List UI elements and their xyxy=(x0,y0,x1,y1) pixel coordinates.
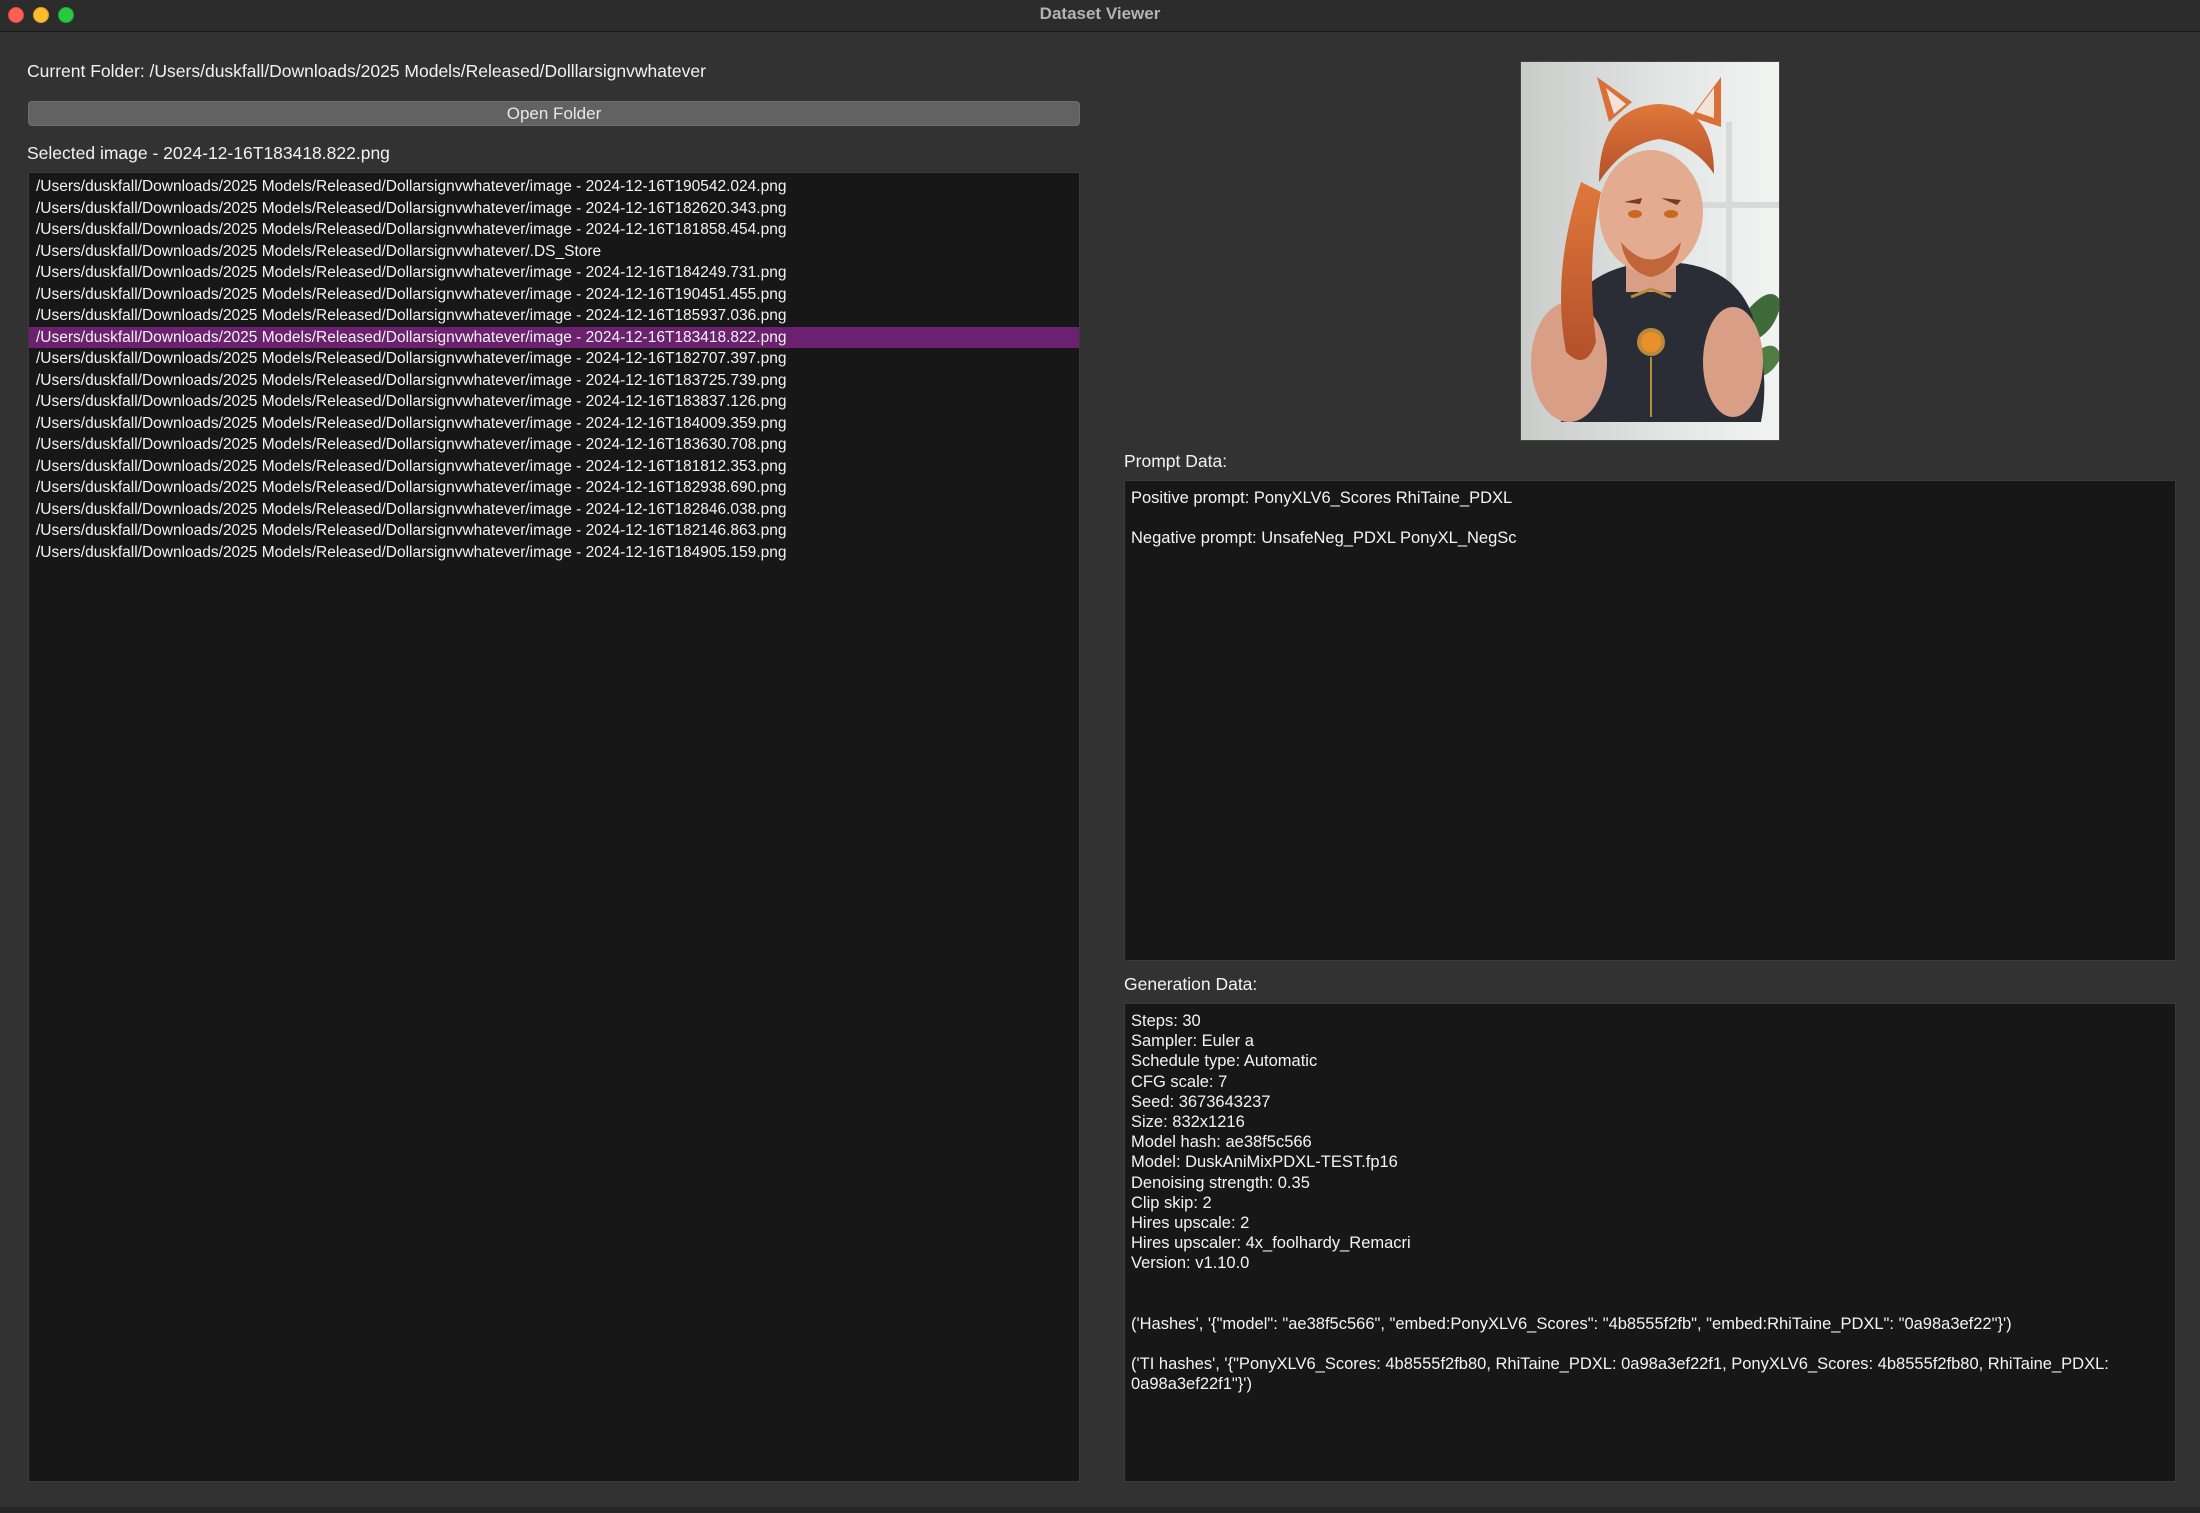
generation-parameter-line: CFG scale: 7 xyxy=(1131,1072,1228,1091)
current-folder-label: Current Folder: /Users/duskfall/Download… xyxy=(27,61,706,81)
generation-parameter-line: Seed: 3673643237 xyxy=(1131,1092,1271,1111)
generation-parameter-line: Model hash: ae38f5c566 xyxy=(1131,1133,1312,1152)
negative-prompt: Negative prompt: UnsafeNeg_PDXL PonyXL_N… xyxy=(1131,529,1517,547)
file-list[interactable]: /Users/duskfall/Downloads/2025 Models/Re… xyxy=(28,172,1080,1482)
file-list-item[interactable]: /Users/duskfall/Downloads/2025 Models/Re… xyxy=(29,176,1079,198)
generation-parameter-line: Denoising strength: 0.35 xyxy=(1131,1173,1310,1192)
file-list-item[interactable]: /Users/duskfall/Downloads/2025 Models/Re… xyxy=(29,305,1079,327)
selected-image-label: Selected image - 2024-12-16T183418.822.p… xyxy=(27,143,390,163)
file-list-item[interactable]: /Users/duskfall/Downloads/2025 Models/Re… xyxy=(29,370,1079,392)
file-list-item[interactable]: /Users/duskfall/Downloads/2025 Models/Re… xyxy=(29,326,1079,348)
generation-parameter-line: Steps: 30 xyxy=(1131,1012,1201,1030)
generation-data-label: Generation Data: xyxy=(1124,974,1258,994)
file-list-item[interactable]: /Users/duskfall/Downloads/2025 Models/Re… xyxy=(29,542,1079,564)
positive-prompt: Positive prompt: PonyXLV6_Scores RhiTain… xyxy=(1131,489,1513,507)
file-list-item[interactable]: /Users/duskfall/Downloads/2025 Models/Re… xyxy=(29,391,1079,413)
image-preview xyxy=(1520,61,1780,441)
character-portrait-image xyxy=(1521,62,1779,440)
file-list-item[interactable]: /Users/duskfall/Downloads/2025 Models/Re… xyxy=(29,477,1079,499)
generation-parameter-line: Hires upscaler: 4x_foolhardy_Remacri xyxy=(1131,1234,1411,1253)
ti-hashes-line: ('TI hashes', '{"PonyXLV6_Scores: 4b8555… xyxy=(1131,1354,2109,1394)
generation-parameter-line: Model: DuskAniMixPDXL-TEST.fp16 xyxy=(1131,1153,1398,1172)
file-list-item[interactable]: /Users/duskfall/Downloads/2025 Models/Re… xyxy=(29,456,1079,478)
hashes-line: ('Hashes', '{"model": "ae38f5c566", "emb… xyxy=(1131,1314,2012,1333)
file-list-item[interactable]: /Users/duskfall/Downloads/2025 Models/Re… xyxy=(29,198,1079,220)
prompt-data-label: Prompt Data: xyxy=(1124,451,1228,471)
file-list-item[interactable]: /Users/duskfall/Downloads/2025 Models/Re… xyxy=(29,219,1079,241)
file-list-item[interactable]: /Users/duskfall/Downloads/2025 Models/Re… xyxy=(29,348,1079,370)
file-list-item[interactable]: /Users/duskfall/Downloads/2025 Models/Re… xyxy=(29,520,1079,542)
generation-data-text[interactable]: Steps: 30 Sampler: Euler a Schedule type: … xyxy=(1124,1003,2176,1482)
file-list-item[interactable]: /Users/duskfall/Downloads/2025 Models/Re… xyxy=(29,413,1079,435)
generation-parameter-line: Sampler: Euler a xyxy=(1131,1032,1254,1051)
generation-parameters: Steps: 30 Sampler: Euler a Schedule type: … xyxy=(1131,1011,2169,1274)
generation-parameter-line: Hires upscale: 2 xyxy=(1131,1214,1250,1233)
file-list-item[interactable]: /Users/duskfall/Downloads/2025 Models/Re… xyxy=(29,499,1079,521)
window-title: Dataset Viewer xyxy=(1039,4,1161,23)
generation-parameter-line: Clip skip: 2 xyxy=(1131,1193,1212,1212)
file-list-item[interactable]: /Users/duskfall/Downloads/2025 Models/Re… xyxy=(29,262,1079,284)
title-bar: Dataset Viewer xyxy=(0,0,2200,32)
generation-parameter-line: Version: v1.10.0 xyxy=(1131,1254,1250,1273)
prompt-data-text[interactable]: Positive prompt: PonyXLV6_Scores RhiTain… xyxy=(1124,480,2176,961)
file-list-item[interactable]: /Users/duskfall/Downloads/2025 Models/Re… xyxy=(29,241,1079,263)
generation-parameter-line: Size: 832x1216 xyxy=(1131,1113,1245,1132)
window-bottom-edge xyxy=(0,1507,2200,1513)
app-window: Dataset Viewer Current Folder: /Users/du… xyxy=(0,0,2200,1513)
file-list-item[interactable]: /Users/duskfall/Downloads/2025 Models/Re… xyxy=(29,434,1079,456)
file-list-item[interactable]: /Users/duskfall/Downloads/2025 Models/Re… xyxy=(29,284,1079,306)
generation-parameter-line: Schedule type: Automatic xyxy=(1131,1052,1318,1071)
open-folder-button[interactable]: Open Folder xyxy=(28,101,1080,126)
